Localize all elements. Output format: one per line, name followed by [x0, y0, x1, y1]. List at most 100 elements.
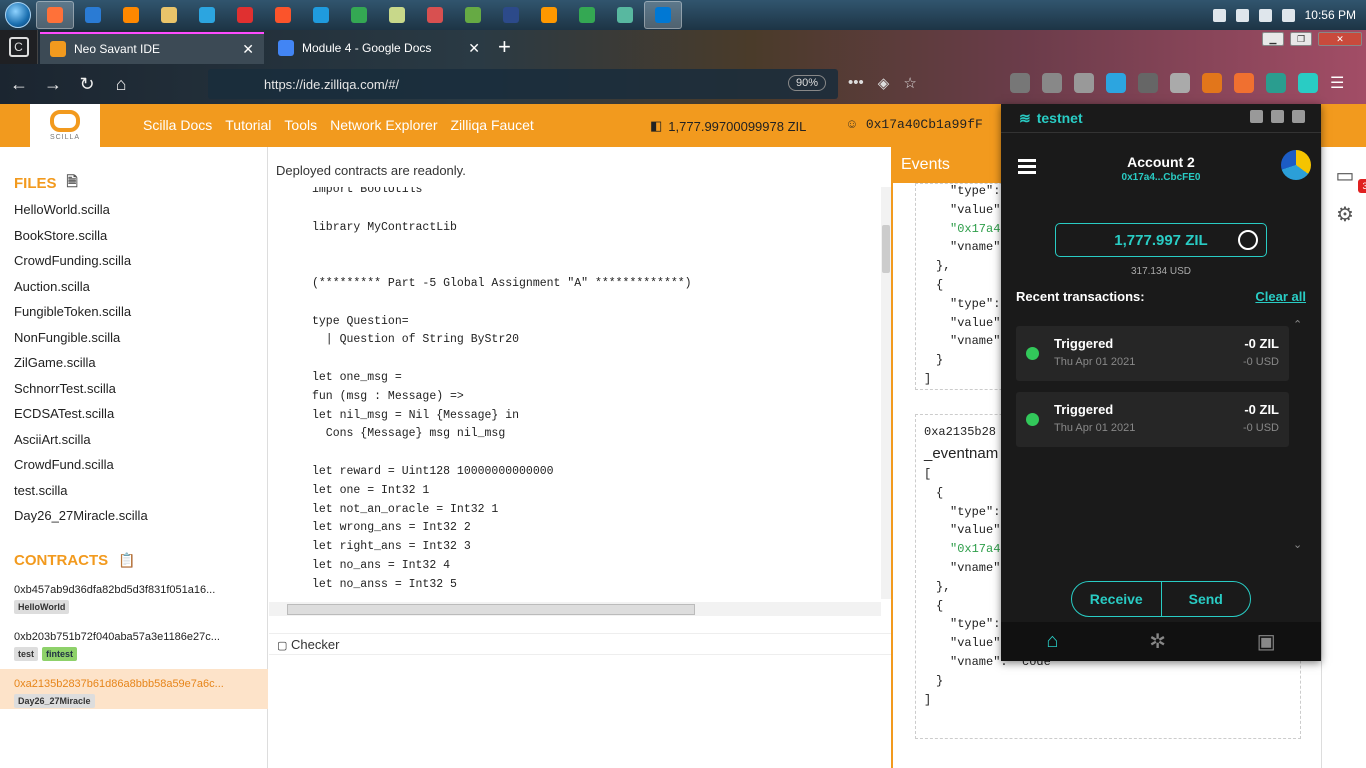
back-icon[interactable]: ← [4, 69, 34, 99]
contract-item[interactable]: 0xa2135b2837b61d86a8bbb58a59e7a6c... Day2… [0, 669, 268, 709]
notifications-icon[interactable]: ▭ 3 [1332, 163, 1366, 193]
contacts-icon[interactable] [1292, 110, 1305, 123]
file-item[interactable]: ECDSATest.scilla [14, 406, 114, 421]
forward-icon[interactable]: → [38, 69, 68, 99]
header-menu-item[interactable]: Scilla Docs [143, 117, 212, 133]
receive-button[interactable]: Receive [1072, 582, 1162, 616]
window-menu-button[interactable]: C [0, 30, 38, 64]
sidebar-icon[interactable] [1042, 73, 1062, 93]
taskbar-app-button[interactable] [112, 1, 150, 29]
taskbar-app-button[interactable] [568, 1, 606, 29]
file-item[interactable]: ZilGame.scilla [14, 355, 96, 370]
header-menu-item[interactable]: Network Explorer [330, 117, 437, 133]
taskbar-app-button[interactable] [644, 1, 682, 29]
settings-icon[interactable]: ✲ [1149, 629, 1166, 654]
telegram-ext-icon[interactable] [1106, 73, 1126, 93]
more-actions-icon[interactable]: ••• [848, 74, 864, 92]
battery-icon[interactable] [1235, 8, 1249, 22]
transaction-item[interactable]: Triggered Thu Apr 01 2021 -0 ZIL -0 USD [1016, 326, 1289, 381]
taskbar-app-button[interactable] [378, 1, 416, 29]
contract-item[interactable]: 0xb203b751b72f040aba57a3e1186e27c... test… [0, 622, 268, 662]
network-icon[interactable] [1212, 8, 1226, 22]
checker-panel-tab[interactable]: ▢ Checker [269, 633, 891, 655]
file-item[interactable]: NonFungible.scilla [14, 330, 120, 345]
file-item[interactable]: SchnorrTest.scilla [14, 381, 116, 396]
taskbar-app-button[interactable] [492, 1, 530, 29]
library-icon[interactable] [1010, 73, 1030, 93]
file-item[interactable]: FungibleToken.scilla [14, 304, 131, 319]
reload-icon[interactable]: ↻ [72, 69, 102, 99]
account-address[interactable]: 0x17a4...CbcFE0 [1001, 172, 1321, 183]
clock[interactable]: 10:56 PM [1305, 8, 1356, 22]
header-menu-item[interactable]: Tools [284, 117, 317, 133]
vertical-scrollbar[interactable] [881, 187, 891, 599]
extension-icon[interactable] [1138, 73, 1158, 93]
taskbar-app-button[interactable] [454, 1, 492, 29]
minimize-button[interactable]: ▁ [1262, 32, 1284, 46]
account-avatar[interactable] [1281, 150, 1311, 180]
taskbar-app-button[interactable] [416, 1, 454, 29]
new-tab-icon[interactable]: + [498, 34, 511, 60]
signal-icon[interactable] [1258, 8, 1272, 22]
taskbar-app-button[interactable] [264, 1, 302, 29]
desktop-icon[interactable] [1271, 110, 1284, 123]
home-icon[interactable]: ⌂ [106, 69, 136, 99]
clear-all-link[interactable]: Clear all [1255, 289, 1306, 304]
close-window-button[interactable]: ✕ [1318, 32, 1362, 46]
globe-icon[interactable] [1170, 73, 1190, 93]
zilpay-icon[interactable] [1298, 73, 1318, 93]
brave-ext-icon[interactable] [1234, 73, 1254, 93]
home-icon[interactable]: ⌂ [1046, 630, 1058, 653]
refresh-icon[interactable] [1238, 230, 1258, 250]
volume-icon[interactable] [1281, 8, 1295, 22]
contacts-book-icon[interactable]: ▣ [1257, 629, 1276, 654]
lock-icon[interactable] [1250, 110, 1263, 123]
mail-ext-icon[interactable] [1266, 73, 1286, 93]
file-item[interactable]: test.scilla [14, 483, 67, 498]
taskbar-app-button[interactable] [74, 1, 112, 29]
tab-neo-savant-ide[interactable]: Neo Savant IDE ✕ [40, 32, 264, 64]
chevron-down-icon[interactable]: ⌄ [1293, 538, 1302, 551]
file-item[interactable]: CrowdFunding.scilla [14, 253, 131, 268]
taskbar-app-button[interactable] [188, 1, 226, 29]
chevron-up-icon[interactable]: ⌃ [1293, 318, 1302, 331]
close-tab-icon[interactable]: ✕ [242, 41, 254, 58]
taskbar-app-button[interactable] [150, 1, 188, 29]
file-item[interactable]: Day26_27Miracle.scilla [14, 508, 148, 523]
taskbar-app-button[interactable] [302, 1, 340, 29]
file-item[interactable]: BookStore.scilla [14, 228, 107, 243]
file-item[interactable]: Auction.scilla [14, 279, 90, 294]
scroll-thumb[interactable] [882, 225, 890, 273]
close-tab-icon[interactable]: ✕ [468, 40, 480, 57]
horizontal-scrollbar[interactable] [269, 602, 881, 616]
header-menu-item[interactable]: Tutorial [225, 117, 271, 133]
pocket-icon[interactable]: ◈ [878, 74, 890, 92]
taskbar-app-button[interactable] [530, 1, 568, 29]
taskbar-app-button[interactable] [340, 1, 378, 29]
account-icon[interactable] [1074, 73, 1094, 93]
header-menu-item[interactable]: Zilliqa Faucet [450, 117, 533, 133]
code-editor[interactable]: import BoolUtils library MyContractLib (**… [269, 187, 881, 597]
taskbar-app-button[interactable] [606, 1, 644, 29]
zoom-level[interactable]: 90% [787, 75, 826, 91]
file-item[interactable]: CrowdFund.scilla [14, 457, 114, 472]
contract-item[interactable]: 0xb457ab9d36dfa82bd5d3f831f051a16... Hell… [0, 575, 268, 615]
maximize-button[interactable]: ❐ [1290, 32, 1312, 46]
menu-icon[interactable]: ☰ [1330, 73, 1350, 93]
add-file-icon[interactable]: 🗎 [67, 171, 78, 195]
scroll-thumb[interactable] [287, 604, 695, 615]
start-button[interactable] [0, 0, 36, 30]
metamask-icon[interactable] [1202, 73, 1222, 93]
tab-google-docs[interactable]: Module 4 - Google Docs ✕ [268, 32, 490, 64]
settings-gear-icon[interactable]: ⚙ [1332, 202, 1358, 228]
bookmark-star-icon[interactable]: ☆ [903, 74, 916, 92]
transaction-item[interactable]: Triggered Thu Apr 01 2021 -0 ZIL -0 USD [1016, 392, 1289, 447]
account-address[interactable]: ☺ 0x17a40Cb1a99fF [848, 117, 983, 132]
file-item[interactable]: HelloWorld.scilla [14, 202, 110, 217]
scilla-logo[interactable]: SCILLA [30, 104, 100, 147]
send-button[interactable]: Send [1162, 582, 1251, 616]
taskbar-app-button[interactable] [226, 1, 264, 29]
url-bar[interactable]: https://ide.zilliqa.com/#/ 90% [208, 69, 838, 99]
taskbar-app-button[interactable] [36, 1, 74, 29]
file-item[interactable]: AsciiArt.scilla [14, 432, 91, 447]
